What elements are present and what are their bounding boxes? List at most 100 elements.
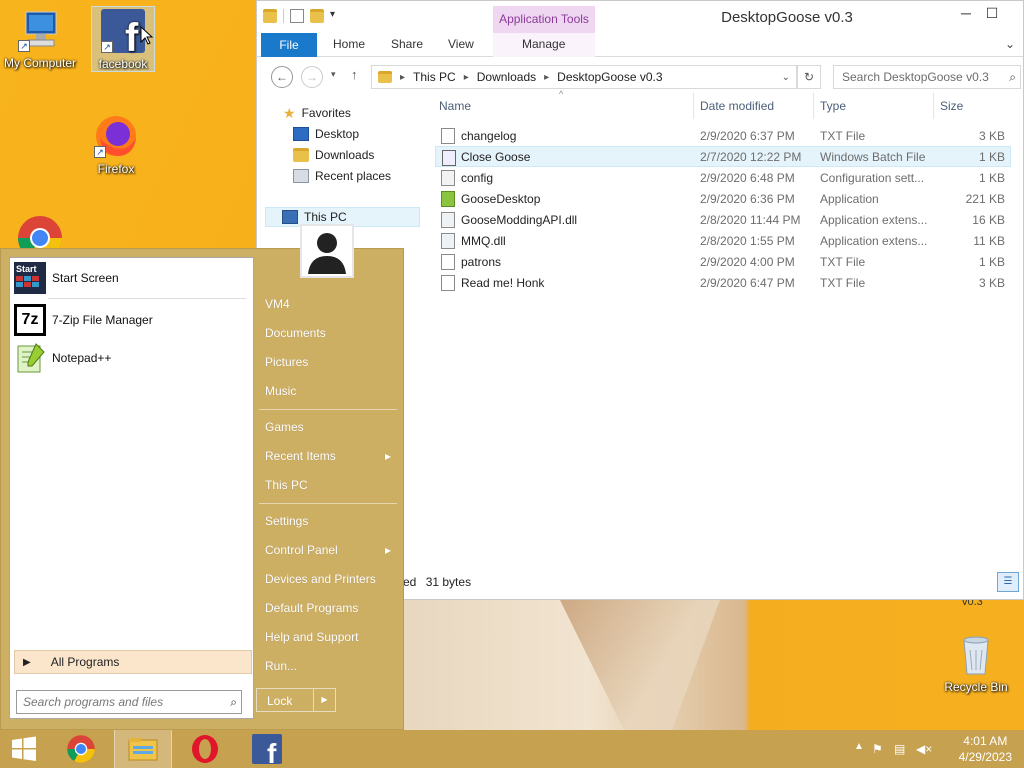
address-bar[interactable]: ▸ This PC ▸ Downloads ▸ DesktopGoose v0.… xyxy=(371,65,797,89)
file-size: 3 KB xyxy=(978,276,1005,290)
start-search-input[interactable]: Search programs and files ⌕ xyxy=(16,690,242,714)
start-item-documents[interactable]: Documents xyxy=(265,326,326,340)
file-name: patrons xyxy=(461,255,502,269)
column-date-modified[interactable]: Date modified xyxy=(700,99,774,113)
chrome-icon xyxy=(67,735,95,763)
clock[interactable]: 4:01 AM 4/29/2023 xyxy=(959,733,1012,765)
nav-favorites[interactable]: ★ Favorites xyxy=(283,103,351,123)
computer-icon: ↗ xyxy=(16,6,64,54)
shutdown-options-arrow-icon[interactable]: ▶ xyxy=(313,689,335,711)
refresh-button[interactable]: ↻ xyxy=(797,65,821,89)
start-item-settings[interactable]: Settings xyxy=(265,514,308,528)
show-hidden-icons-chevron-icon[interactable]: ▲ xyxy=(854,741,864,752)
taskbar-facebook[interactable]: f xyxy=(238,730,296,768)
file-size: 16 KB xyxy=(972,213,1005,227)
minimize-button[interactable]: ─ xyxy=(953,5,979,21)
start-item-games[interactable]: Games xyxy=(265,420,304,434)
file-row-mmq[interactable]: MMQ.dll 2/8/2020 1:55 PM Application ext… xyxy=(435,230,1011,251)
action-center-flag-icon[interactable]: ⚑ xyxy=(872,742,883,756)
forward-button[interactable]: → xyxy=(301,66,323,88)
taskbar-file-explorer[interactable] xyxy=(114,730,172,768)
tab-manage[interactable]: Manage xyxy=(522,37,565,51)
file-size: 1 KB xyxy=(978,255,1005,269)
desktop-icon-firefox[interactable]: ↗ Firefox xyxy=(76,112,156,176)
start-item-this-pc[interactable]: This PC xyxy=(265,478,308,492)
submenu-arrow-icon: ▶ xyxy=(385,452,392,461)
program-start-screen[interactable]: Start Start Screen xyxy=(14,260,250,296)
start-item-pictures[interactable]: Pictures xyxy=(265,355,308,369)
program-label: Start Screen xyxy=(52,271,119,285)
file-row-patrons[interactable]: patrons 2/9/2020 4:00 PM TXT File 1 KB xyxy=(435,251,1011,272)
search-input[interactable]: Search DesktopGoose v0.3 ⌕ xyxy=(833,65,1021,89)
tab-file[interactable]: File xyxy=(261,33,317,57)
tab-home[interactable]: Home xyxy=(333,37,365,51)
new-folder-icon[interactable] xyxy=(310,9,324,23)
breadcrumb-separator-icon: ▸ xyxy=(400,71,406,83)
file-date: 2/8/2020 11:44 PM xyxy=(700,213,801,227)
start-item-vm4[interactable]: VM4 xyxy=(265,297,290,311)
tab-share[interactable]: Share xyxy=(391,37,423,51)
start-screen-icon-text: Start xyxy=(16,264,37,274)
address-dropdown-chevron-icon[interactable]: ⌄ xyxy=(782,72,790,83)
taskbar-chrome[interactable] xyxy=(52,730,110,768)
clock-date: 4/29/2023 xyxy=(958,750,1012,764)
start-item-run[interactable]: Run... xyxy=(265,659,297,673)
file-row-changelog[interactable]: changelog 2/9/2020 6:37 PM TXT File 3 KB xyxy=(435,125,1011,146)
back-button[interactable]: ← xyxy=(271,66,293,88)
volume-muted-icon[interactable]: ◀× xyxy=(916,742,932,756)
all-programs-button[interactable]: ▶ All Programs xyxy=(14,650,252,674)
column-name[interactable]: Name xyxy=(439,99,471,113)
network-icon[interactable]: ▤ xyxy=(894,742,905,756)
nav-recent-places[interactable]: Recent places xyxy=(293,166,391,186)
file-row-read-me-honk[interactable]: Read me! Honk 2/9/2020 6:47 PM TXT File … xyxy=(435,272,1011,293)
desktop-icon-label: My Computer xyxy=(3,56,77,70)
start-item-default-programs[interactable]: Default Programs xyxy=(265,601,358,615)
breadcrumb-this-pc[interactable]: This PC xyxy=(413,70,456,84)
column-divider[interactable] xyxy=(933,93,934,119)
7zip-icon: 7z xyxy=(14,304,46,336)
file-size: 3 KB xyxy=(978,129,1005,143)
breadcrumb-downloads[interactable]: Downloads xyxy=(477,70,536,84)
desktop-icon-chrome[interactable] xyxy=(16,214,64,248)
details-view-button[interactable]: ☰ xyxy=(997,572,1019,592)
program-notepad-plus-plus[interactable]: Notepad++ xyxy=(14,340,250,376)
file-name: Close Goose xyxy=(461,150,531,164)
start-button[interactable] xyxy=(0,730,48,768)
breadcrumb-desktopgoose[interactable]: DesktopGoose v0.3 xyxy=(557,70,662,84)
svg-text:f: f xyxy=(267,738,277,765)
start-menu: Start Start Screen 7z 7-Zip File Manager xyxy=(0,248,404,730)
taskbar-opera[interactable] xyxy=(176,730,234,768)
lock-button[interactable]: Lock ▶ xyxy=(256,688,336,712)
user-avatar[interactable] xyxy=(300,224,354,278)
facebook-icon: f xyxy=(252,734,282,765)
file-size: 221 KB xyxy=(965,192,1005,206)
column-size[interactable]: Size xyxy=(940,99,963,113)
file-row-goosemoddingapi[interactable]: GooseModdingAPI.dll 2/8/2020 11:44 PM Ap… xyxy=(435,209,1011,230)
clock-time: 4:01 AM xyxy=(963,734,1008,748)
desktop-icon-my-computer[interactable]: ↗ My Computer xyxy=(0,6,80,70)
up-button[interactable]: ↑ xyxy=(351,67,358,82)
start-item-music[interactable]: Music xyxy=(265,384,296,398)
start-item-help-support[interactable]: Help and Support xyxy=(265,630,358,644)
nav-downloads[interactable]: Downloads xyxy=(293,145,374,165)
column-divider[interactable] xyxy=(813,93,814,119)
customize-toolbar-chevron-icon[interactable]: ▾ xyxy=(330,9,335,23)
expand-ribbon-chevron-icon[interactable]: ⌄ xyxy=(1005,37,1015,51)
recent-locations-chevron-icon[interactable]: ▾ xyxy=(331,69,336,80)
column-divider[interactable] xyxy=(693,93,694,119)
properties-icon[interactable] xyxy=(290,9,304,23)
file-row-config[interactable]: config 2/9/2020 6:48 PM Configuration se… xyxy=(435,167,1011,188)
program-7zip[interactable]: 7z 7-Zip File Manager xyxy=(14,302,250,338)
wallpaper-shape xyxy=(402,600,1024,730)
desktop-icon-recycle-bin[interactable]: Recycle Bin xyxy=(936,630,1016,694)
column-type[interactable]: Type xyxy=(820,99,846,113)
star-icon: ★ xyxy=(283,104,296,121)
start-item-control-panel[interactable]: Control Panel ▶ xyxy=(265,543,395,557)
file-row-goosedesktop[interactable]: GooseDesktop 2/9/2020 6:36 PM Applicatio… xyxy=(435,188,1011,209)
start-item-devices-printers[interactable]: Devices and Printers xyxy=(265,572,376,586)
maximize-button[interactable]: ☐ xyxy=(979,5,1005,22)
start-item-recent-items[interactable]: Recent Items ▶ xyxy=(265,449,395,463)
nav-desktop[interactable]: Desktop xyxy=(293,124,359,144)
file-row-close-goose[interactable]: Close Goose 2/7/2020 12:22 PM Windows Ba… xyxy=(435,146,1011,167)
tab-view[interactable]: View xyxy=(448,37,474,51)
